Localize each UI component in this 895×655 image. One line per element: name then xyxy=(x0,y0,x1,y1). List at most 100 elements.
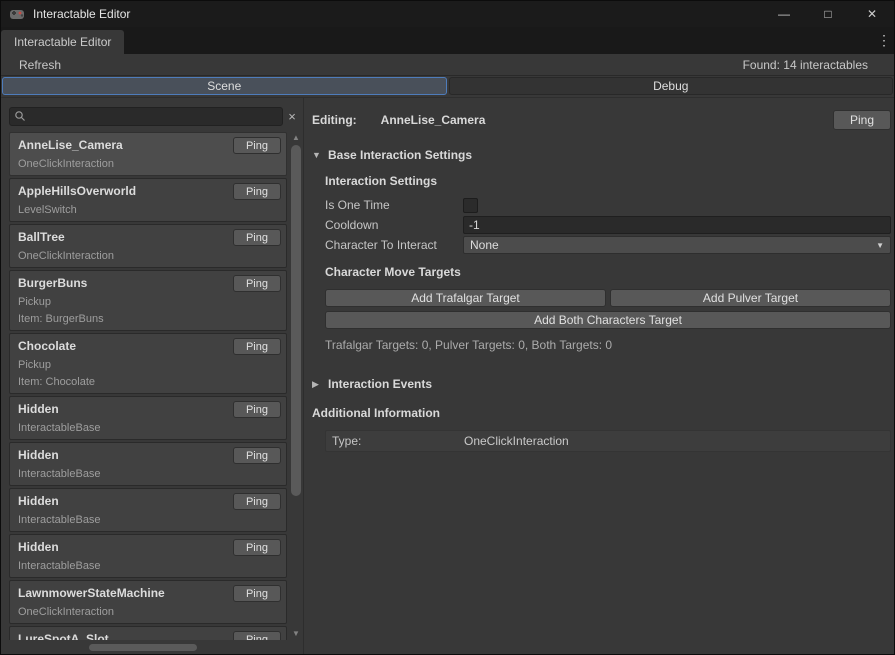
ping-button[interactable]: Ping xyxy=(233,493,281,510)
item-subtitle: OneClickInteraction xyxy=(18,157,281,171)
item-subtitle: InteractableBase xyxy=(18,559,281,573)
item-subtitle: Item: Chocolate xyxy=(18,375,281,389)
list-item[interactable]: AnneLise_Camera Ping OneClickInteraction xyxy=(9,132,287,176)
search-clear-button[interactable]: × xyxy=(283,109,301,124)
is-one-time-row: Is One Time xyxy=(325,195,891,215)
item-subtitle: InteractableBase xyxy=(18,421,281,435)
ping-button[interactable]: Ping xyxy=(233,585,281,602)
window-title: Interactable Editor xyxy=(33,7,130,21)
found-count-label: Found: 14 interactables xyxy=(743,58,894,72)
interactable-list: AnneLise_Camera Ping OneClickInteraction Ap… xyxy=(9,132,287,640)
foldout-interaction-events[interactable]: ▶ Interaction Events xyxy=(312,375,891,393)
base-settings-body: Interaction Settings Is One Time Cooldow… xyxy=(325,171,891,354)
item-title: Hidden xyxy=(18,494,59,509)
app-icon xyxy=(9,6,25,22)
list-item[interactable]: AppleHillsOverworld Ping LevelSwitch xyxy=(9,178,287,222)
inspector-panel: Editing: AnneLise_Camera Ping ▼ Base Int… xyxy=(303,98,894,654)
item-subtitle: LevelSwitch xyxy=(18,203,281,217)
character-dropdown[interactable]: None ▼ xyxy=(463,236,891,254)
interaction-settings-header: Interaction Settings xyxy=(325,174,891,191)
search-icon xyxy=(14,110,26,122)
list-item[interactable]: Hidden Ping InteractableBase xyxy=(9,534,287,578)
vertical-scrollbar-thumb[interactable] xyxy=(291,145,301,496)
cooldown-row: Cooldown xyxy=(325,215,891,235)
item-title: Chocolate xyxy=(18,339,76,354)
scroll-down-icon[interactable]: ▼ xyxy=(289,628,303,640)
item-subtitle: Item: BurgerBuns xyxy=(18,312,281,326)
toolbar: Refresh Found: 14 interactables xyxy=(1,54,894,76)
is-one-time-label: Is One Time xyxy=(325,198,463,212)
cooldown-field[interactable] xyxy=(463,216,891,234)
is-one-time-checkbox[interactable] xyxy=(463,198,478,213)
base-interaction-settings-header: Base Interaction Settings xyxy=(328,148,472,162)
kebab-menu-icon[interactable]: ⋮ xyxy=(874,32,894,49)
item-subtitle: InteractableBase xyxy=(18,467,281,481)
refresh-button[interactable]: Refresh xyxy=(9,54,71,75)
list-item[interactable]: LawnmowerStateMachinePingOneClickInterac… xyxy=(9,580,287,624)
list-item[interactable]: BurgerBuns Ping Pickup Item: BurgerBuns xyxy=(9,270,287,331)
list-item[interactable]: BallTree Ping OneClickInteraction xyxy=(9,224,287,268)
ping-button[interactable]: Ping xyxy=(233,631,281,640)
tab-debug[interactable]: Debug xyxy=(449,77,894,95)
ping-button[interactable]: Ping xyxy=(233,229,281,246)
cooldown-label: Cooldown xyxy=(325,218,463,232)
item-title: Hidden xyxy=(18,540,59,555)
list-item[interactable]: LureSpotA_Slot Ping xyxy=(9,626,287,640)
horizontal-scrollbar-thumb[interactable] xyxy=(89,644,197,651)
editing-label: Editing: xyxy=(312,113,357,127)
list-item[interactable]: HiddenPingInteractableBase xyxy=(9,488,287,532)
ping-button[interactable]: Ping xyxy=(233,539,281,556)
type-row: Type: OneClickInteraction xyxy=(325,430,891,452)
interaction-events-header: Interaction Events xyxy=(328,377,432,391)
window-titlebar: Interactable Editor — □ ✕ xyxy=(1,1,894,27)
close-button[interactable]: ✕ xyxy=(850,1,894,27)
item-title: BurgerBuns xyxy=(18,276,87,291)
tab-scene[interactable]: Scene xyxy=(2,77,447,95)
interactable-editor-window: Interactable Editor — □ ✕ Interactable E… xyxy=(0,0,895,655)
add-trafalgar-target-button[interactable]: Add Trafalgar Target xyxy=(325,289,606,307)
ping-button[interactable]: Ping xyxy=(233,401,281,418)
editing-row: Editing: AnneLise_Camera Ping xyxy=(312,110,891,130)
ping-button[interactable]: Ping xyxy=(233,275,281,292)
character-move-targets-header: Character Move Targets xyxy=(325,265,891,282)
ping-button[interactable]: Ping xyxy=(233,447,281,464)
item-subtitle: Pickup xyxy=(18,295,281,309)
search-row: × xyxy=(9,104,303,128)
item-title: AppleHillsOverworld xyxy=(18,184,136,199)
ping-button[interactable]: Ping xyxy=(833,110,891,130)
ping-button[interactable]: Ping xyxy=(233,183,281,200)
scroll-up-icon[interactable]: ▲ xyxy=(289,132,303,144)
view-tabs: Scene Debug xyxy=(1,76,894,98)
search-field xyxy=(9,107,283,126)
horizontal-scrollbar[interactable] xyxy=(9,642,287,653)
foldout-open-icon: ▼ xyxy=(312,150,322,160)
list-item[interactable]: Chocolate Ping Pickup Item: Chocolate xyxy=(9,333,287,394)
window-controls: — □ ✕ xyxy=(762,1,894,27)
vertical-scrollbar[interactable]: ▲ ▼ xyxy=(289,132,303,640)
type-label: Type: xyxy=(332,434,464,448)
list-item[interactable]: Hidden Ping InteractableBase xyxy=(9,442,287,486)
editor-tabstrip: Interactable Editor ⋮ xyxy=(1,27,894,54)
item-title: BallTree xyxy=(18,230,65,245)
foldout-base-interaction-settings[interactable]: ▼ Base Interaction Settings xyxy=(312,146,891,164)
tab-interactable-editor[interactable]: Interactable Editor xyxy=(1,30,124,54)
ping-button[interactable]: Ping xyxy=(233,338,281,355)
item-title: AnneLise_Camera xyxy=(18,138,123,153)
item-subtitle: Pickup xyxy=(18,358,281,372)
item-title: LureSpotA_Slot xyxy=(18,632,109,640)
content-area: × AnneLise_Camera Ping OneClickInteraction… xyxy=(1,98,894,654)
add-target-buttons-row: Add Trafalgar Target Add Pulver Target xyxy=(325,289,891,307)
item-title: Hidden xyxy=(18,448,59,463)
dropdown-arrow-icon: ▼ xyxy=(876,241,884,250)
search-input[interactable] xyxy=(30,108,278,125)
ping-button[interactable]: Ping xyxy=(233,137,281,154)
list-row: AnneLise_Camera Ping OneClickInteraction Ap… xyxy=(9,132,303,640)
list-item[interactable]: HiddenPingInteractableBase xyxy=(9,396,287,440)
item-subtitle: OneClickInteraction xyxy=(18,249,281,263)
character-to-interact-label: Character To Interact xyxy=(325,238,463,252)
item-subtitle: OneClickInteraction xyxy=(18,605,281,619)
minimize-button[interactable]: — xyxy=(762,1,806,27)
add-both-characters-target-button[interactable]: Add Both Characters Target xyxy=(325,311,891,329)
maximize-button[interactable]: □ xyxy=(806,1,850,27)
add-pulver-target-button[interactable]: Add Pulver Target xyxy=(610,289,891,307)
